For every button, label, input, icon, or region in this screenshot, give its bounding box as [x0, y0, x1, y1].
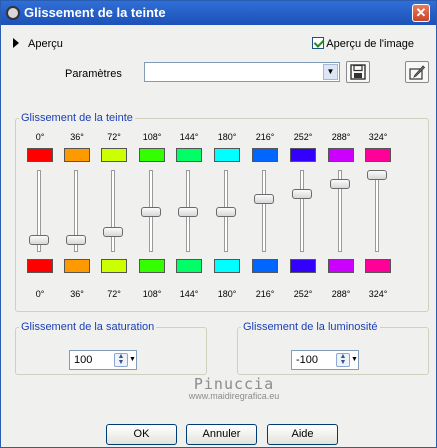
dropdown-arrow-icon[interactable]: ▼ [351, 354, 358, 366]
hue-degree-label: 216° [255, 132, 275, 142]
hue-swatch-bottom [365, 259, 391, 273]
params-dropdown[interactable]: ▼ [144, 62, 340, 82]
hue-slider[interactable] [103, 170, 125, 252]
hue-group-title: Glissement de la teinte [19, 112, 135, 124]
save-preset-button[interactable] [346, 61, 370, 83]
saturation-spinner[interactable]: 100 ▲ ▼ ▼ [69, 350, 137, 370]
dropdown-arrow-icon[interactable]: ▼ [129, 354, 136, 366]
spin-arrows-icon[interactable]: ▲ ▼ [114, 353, 128, 367]
hue-swatch-top [214, 148, 240, 162]
save-icon [350, 64, 366, 80]
hue-slider[interactable] [216, 170, 238, 252]
hue-slider-thumb[interactable] [292, 189, 312, 199]
hue-swatch-top [252, 148, 278, 162]
hue-slider-thumb[interactable] [254, 194, 274, 204]
hue-slider[interactable] [330, 170, 352, 252]
hue-slider-track [375, 170, 379, 252]
hue-swatch-bottom [64, 259, 90, 273]
hue-slider-track [300, 170, 304, 252]
hue-swatch-bottom [214, 259, 240, 273]
hue-degree-label: 216° [255, 289, 275, 299]
hue-degree-label: 324° [368, 289, 388, 299]
preview-label: Aperçu [28, 38, 63, 50]
hue-degree-label: 36° [70, 132, 84, 142]
hue-swatch-top [64, 148, 90, 162]
expand-arrow-icon [13, 38, 19, 48]
image-preview-checkbox[interactable]: Aperçu de l'image [312, 37, 414, 50]
hue-slider-thumb[interactable] [216, 207, 236, 217]
hue-slider[interactable] [66, 170, 88, 252]
watermark: Pinuccia www.maidiregrafica.eu [174, 375, 294, 401]
hue-swatch-top [27, 148, 53, 162]
hue-swatch-bottom [101, 259, 127, 273]
hue-degree-label: 72° [107, 132, 121, 142]
hue-slider-thumb[interactable] [178, 207, 198, 217]
hue-slider-track [262, 170, 266, 252]
hue-slider[interactable] [254, 170, 276, 252]
hue-swatch-top [290, 148, 316, 162]
hue-degree-label: 252° [293, 289, 313, 299]
hue-swatch-bottom [139, 259, 165, 273]
hue-swatch-bottom [328, 259, 354, 273]
hue-swatch-top [365, 148, 391, 162]
hue-slider-thumb[interactable] [66, 235, 86, 245]
hue-degree-label: 288° [331, 132, 351, 142]
hue-degree-label: 288° [331, 289, 351, 299]
cancel-button[interactable]: Annuler [186, 424, 257, 445]
saturation-title: Glissement de la saturation [19, 321, 157, 333]
saturation-value: 100 [74, 354, 93, 366]
hue-slider[interactable] [178, 170, 200, 252]
hue-slider-thumb[interactable] [29, 235, 49, 245]
title-bar[interactable]: Glissement de la teinte ✕ [1, 1, 436, 25]
hue-degree-label: 0° [35, 289, 45, 299]
window-title: Glissement de la teinte [24, 5, 166, 20]
hue-degree-label: 252° [293, 132, 313, 142]
hue-swatch-top [101, 148, 127, 162]
hue-swatch-top [139, 148, 165, 162]
edit-preset-icon [409, 65, 425, 80]
hue-degree-label: 0° [35, 132, 45, 142]
hue-degree-label: 108° [142, 132, 162, 142]
help-button[interactable]: Aide [267, 424, 338, 445]
hue-degree-label: 36° [70, 289, 84, 299]
hue-slider[interactable] [292, 170, 314, 252]
chevron-down-icon[interactable]: ▼ [323, 64, 338, 80]
hue-degree-label: 180° [217, 132, 237, 142]
hue-swatch-bottom [290, 259, 316, 273]
hue-degree-label: 324° [368, 132, 388, 142]
hue-swatch-bottom [176, 259, 202, 273]
close-button[interactable]: ✕ [412, 4, 430, 22]
hue-swatch-bottom [252, 259, 278, 273]
luminosity-title: Glissement de la luminosité [241, 321, 380, 333]
app-icon [6, 6, 20, 20]
preview-toggle[interactable]: Aperçu [13, 38, 63, 50]
luminosity-spinner[interactable]: -100 ▲ ▼ ▼ [291, 350, 359, 370]
hue-slider-track [111, 170, 115, 252]
ok-button[interactable]: OK [106, 424, 177, 445]
hue-degree-label: 180° [217, 289, 237, 299]
dialog-window: Glissement de la teinte ✕ Aperçu Aperçu … [0, 0, 437, 448]
spin-arrows-icon[interactable]: ▲ ▼ [336, 353, 350, 367]
hue-slider-thumb[interactable] [141, 207, 161, 217]
hue-slider[interactable] [367, 170, 389, 252]
hue-slider-thumb[interactable] [367, 170, 387, 180]
image-preview-label: Aperçu de l'image [326, 38, 414, 50]
hue-degree-label: 144° [179, 289, 199, 299]
hue-slider[interactable] [29, 170, 51, 252]
luminosity-value: -100 [296, 354, 319, 366]
params-label: Paramètres [65, 68, 122, 80]
hue-swatch-top [328, 148, 354, 162]
checkbox-checked-icon [312, 37, 325, 49]
hue-slider-thumb[interactable] [330, 179, 350, 189]
hue-degree-label: 108° [142, 289, 162, 299]
close-icon: ✕ [415, 5, 427, 20]
manage-presets-button[interactable] [405, 61, 429, 83]
hue-slider-thumb[interactable] [103, 227, 123, 237]
hue-slider[interactable] [141, 170, 163, 252]
watermark-url: www.maidiregrafica.eu [188, 391, 280, 401]
hue-degree-label: 144° [179, 132, 199, 142]
hue-swatch-top [176, 148, 202, 162]
hue-degree-label: 72° [107, 289, 121, 299]
hue-swatch-bottom [27, 259, 53, 273]
